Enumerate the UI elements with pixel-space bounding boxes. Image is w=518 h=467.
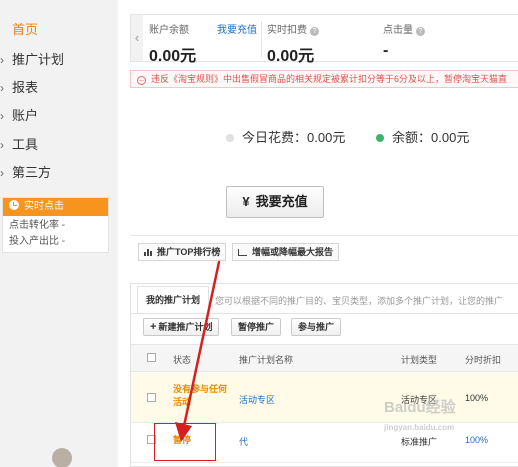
warning-minus-icon: – (137, 76, 146, 85)
violation-warning: – 违反《淘宝规则》中出售假冒商品的相关规定被累计扣分等于6分及以上，暂停淘宝天猫… (130, 70, 518, 88)
annotation-highlight-box (154, 423, 216, 461)
realtime-deduction-label: 实时扣费? (267, 21, 319, 36)
sidebar-item-label: 账户 (12, 108, 39, 123)
chevron-right-icon: › (0, 81, 4, 95)
divider (261, 21, 262, 57)
clicks-value: - (383, 42, 389, 59)
select-all-checkbox[interactable] (147, 353, 156, 362)
column-header-discount: 分时折扣 (465, 355, 502, 365)
plan-discount: 100% (465, 435, 489, 445)
divider (130, 235, 518, 236)
help-icon[interactable]: ? (310, 27, 319, 36)
recharge-button-label: 我要充值 (255, 194, 308, 209)
sidebar: 首页 › 推广计划 › 报表 › 账户 › 工具 › 第三方 实时点击 点击转化率 - 投… (0, 0, 118, 467)
column-header-status: 状态 (173, 355, 192, 365)
roi-value: - (61, 236, 66, 247)
sidebar-item-account[interactable]: › 账户 (0, 104, 38, 128)
sidebar-item-plans[interactable]: › 推广计划 (0, 48, 64, 72)
plan-name-link[interactable]: 代 (239, 435, 248, 448)
clock-icon (9, 200, 19, 210)
sidebar-item-label: 推广计划 (12, 52, 65, 67)
row-checkbox[interactable] (147, 393, 156, 402)
tab-label: 增幅或降幅最大报告 (252, 247, 334, 257)
recharge-link[interactable]: 我要充值 (217, 21, 257, 36)
baidu-watermark: Baidu经验 jingyan.baidu.com (384, 399, 456, 432)
today-spend-dot (226, 134, 234, 142)
new-plan-button[interactable]: + 新建推广计划 (143, 318, 220, 336)
sidebar-item-label: 报表 (12, 80, 39, 95)
new-plan-label: 新建推广计划 (158, 322, 213, 332)
bar-chart-icon (144, 249, 152, 256)
balance-bar: ‹ 账户余额 我要充值 0.00元 实时扣费? 0.00元 点击量? - (130, 14, 518, 65)
account-balance: 账户余额 我要充值 0.00元 (149, 21, 259, 66)
sidebar-item-home[interactable]: 首页 (12, 18, 38, 42)
today-spend-value: 0.00元 (307, 130, 346, 145)
chevron-right-icon: › (0, 166, 4, 180)
tab-top-ranking[interactable]: 推广TOP排行榜 (138, 243, 227, 261)
balance-dot (376, 134, 384, 142)
sidebar-item-label: 工具 (12, 137, 39, 152)
realtime-click-title: 实时点击 (24, 201, 64, 212)
remaining-balance-value: 0.00元 (431, 130, 470, 145)
plan-status: 没有参与任何活动 (173, 384, 228, 407)
tab-label: 推广TOP排行榜 (157, 247, 221, 257)
plus-icon: + (150, 321, 157, 333)
conversion-rate-row: 点击转化率 - (3, 218, 108, 234)
plan-discount: 100% (465, 393, 489, 403)
sidebar-item-tools[interactable]: › 工具 (0, 133, 38, 157)
account-balance-value: 0.00元 (149, 48, 197, 65)
avatar (52, 448, 72, 467)
roi-label: 投入产出比 (9, 236, 59, 247)
clicks-label: 点击量? (383, 21, 425, 36)
realtime-deduction: 实时扣费? 0.00元 (267, 21, 319, 66)
join-promotion-button[interactable]: 参与推广 (291, 318, 342, 336)
recharge-button[interactable]: ¥ 我要充值 (226, 186, 324, 218)
sidebar-item-third-party[interactable]: › 第三方 (0, 161, 51, 185)
realtime-click-panel: 实时点击 点击转化率 - 投入产出比 - (2, 197, 109, 253)
table-header: 状态 推广计划名称 计划类型 分时折扣 (131, 344, 518, 372)
remaining-balance-label: 余额： (392, 130, 432, 145)
plan-description: 您可以根据不同的推广目的、宝贝类型，添加多个推广计划，让您的推广 (215, 296, 504, 306)
chevron-right-icon: › (0, 109, 4, 123)
chevron-right-icon: › (0, 53, 4, 67)
yen-icon: ¥ (242, 194, 250, 209)
tab-change-report[interactable]: 增幅或降幅最大报告 (232, 243, 340, 261)
column-header-type: 计划类型 (401, 355, 438, 365)
plan-name-link[interactable]: 活动专区 (239, 393, 275, 406)
trend-chart-icon (238, 249, 247, 256)
conversion-rate-label: 点击转化率 (9, 220, 59, 231)
realtime-click-header: 实时点击 (3, 198, 108, 216)
roi-row: 投入产出比 - (3, 234, 108, 250)
remaining-balance: 余额：0.00元 (376, 127, 469, 146)
today-spend-label: 今日花费： (242, 130, 308, 145)
help-icon[interactable]: ? (416, 27, 425, 36)
realtime-deduction-value: 0.00元 (267, 48, 315, 65)
chevron-right-icon: › (0, 138, 4, 152)
table-row: 没有参与任何活动 活动专区 活动专区 100% (131, 373, 518, 423)
pause-promotion-button[interactable]: 暂停推广 (231, 318, 282, 336)
sidebar-item-label: 第三方 (12, 165, 52, 180)
plan-type: 标准推广 (401, 437, 438, 447)
violation-warning-text: 违反《淘宝规则》中出售假冒商品的相关规定被累计扣分等于6分及以上，暂停淘宝天猫直 (151, 74, 508, 84)
conversion-rate-value: - (61, 220, 66, 231)
column-header-name: 推广计划名称 (239, 355, 294, 365)
divider (131, 313, 518, 314)
clicks: 点击量? - (383, 21, 425, 60)
sidebar-item-reports[interactable]: › 报表 (0, 76, 38, 100)
chevron-left-icon[interactable]: ‹ (131, 15, 143, 61)
today-spend: 今日花费：0.00元 (226, 127, 345, 146)
tab-my-plans[interactable]: 我的推广计划 (137, 286, 209, 314)
